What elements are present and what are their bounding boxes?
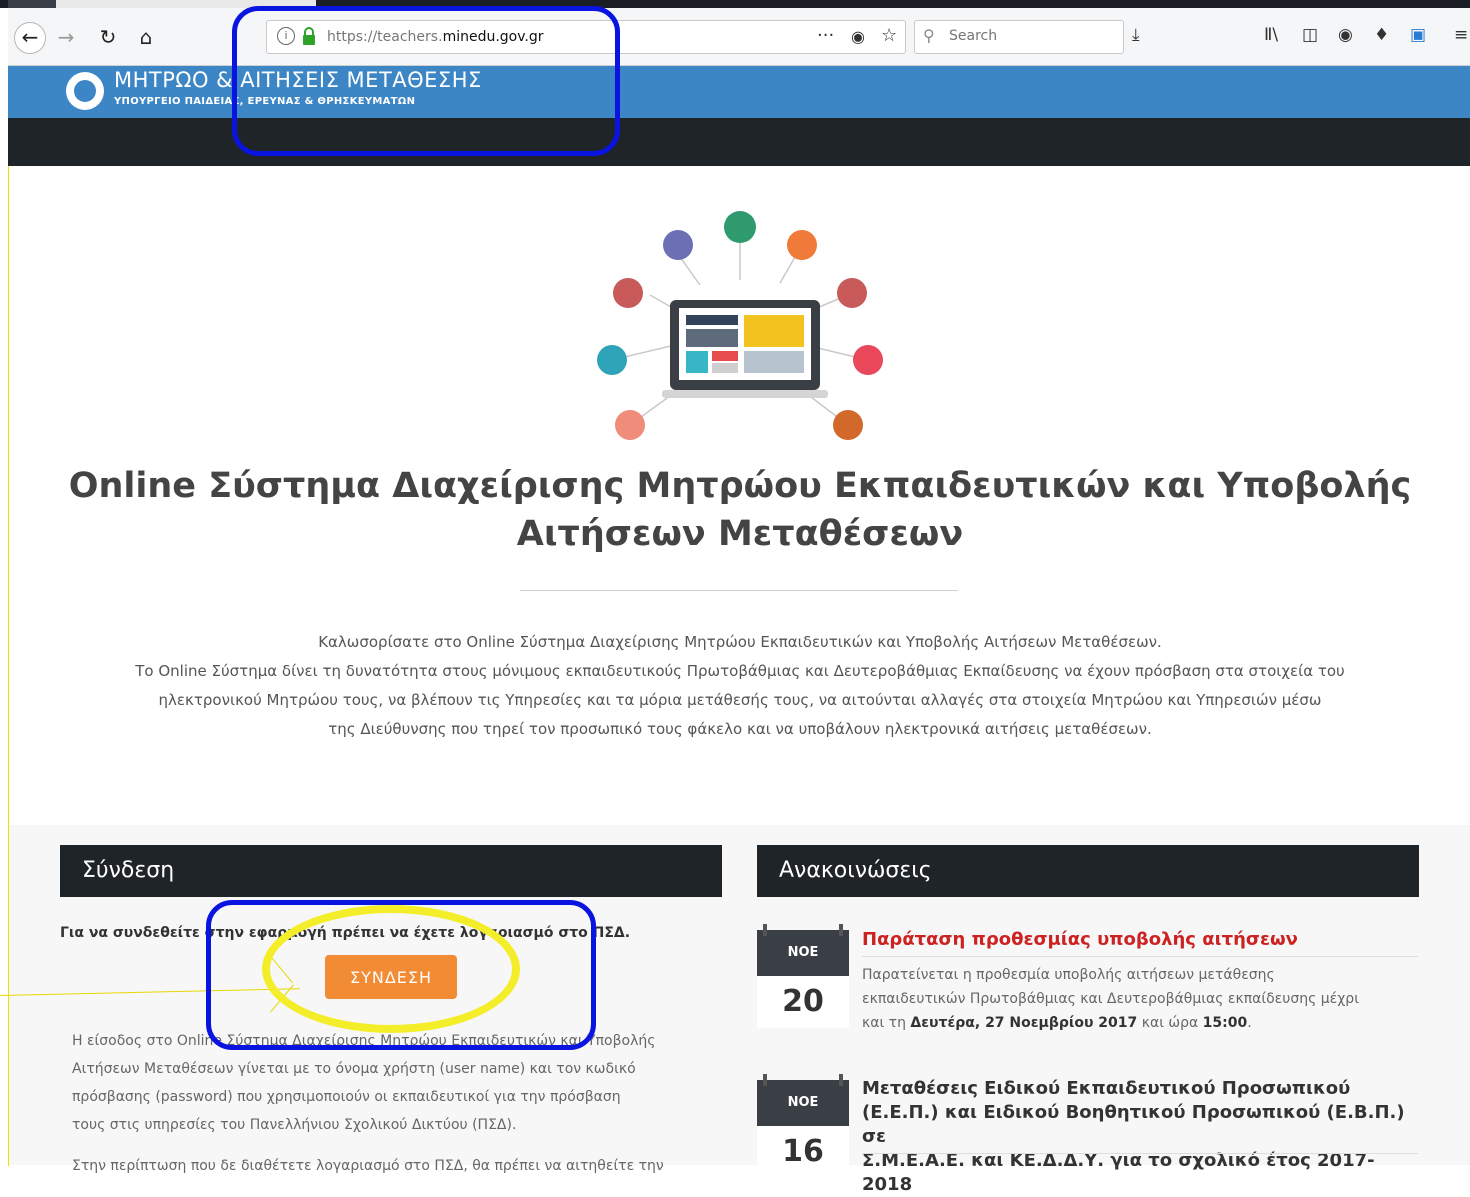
- reload-icon[interactable]: ↻: [92, 21, 124, 53]
- calendar-ring: [839, 924, 843, 936]
- calendar-ring: [839, 1074, 843, 1086]
- news-body-line: και τη Δευτέρα, 27 Νοεμβρίου 2017 και ώρ…: [862, 1015, 1252, 1031]
- extension-icon[interactable]: ▣: [1410, 25, 1426, 45]
- home-icon[interactable]: ⌂: [130, 21, 162, 53]
- news-separator: [862, 1153, 1418, 1154]
- page-title-line: Online Σύστημα Διαχείρισης Μητρώου Εκπαι…: [68, 466, 1412, 506]
- forward-arrow-icon[interactable]: →: [50, 21, 82, 53]
- search-icon: ⚲: [923, 26, 935, 45]
- search-input[interactable]: [947, 27, 1111, 45]
- sidebar-icon[interactable]: ◫: [1302, 25, 1318, 45]
- news-day: 16: [757, 1126, 849, 1178]
- page-title: Online Σύστημα Διαχείρισης Μητρώου Εκπαι…: [60, 462, 1420, 558]
- news-title-link[interactable]: Παράταση προθεσμίας υποβολής αιτήσεων: [862, 928, 1422, 952]
- pocket-icon[interactable]: ◉: [851, 27, 865, 46]
- news-date-box: ΝΟΕ 20: [757, 924, 849, 1028]
- window-top-strip: [0, 0, 1470, 8]
- nav-bar: [8, 118, 1470, 166]
- news-date-box: ΝΟΕ 16: [757, 1074, 849, 1178]
- news-title-link[interactable]: Μεταθέσεις Ειδικού Εκπαιδευτικού Προσωπι…: [862, 1077, 1422, 1197]
- news-day: 20: [757, 976, 849, 1028]
- intro-line: Το Online Σύστημα δίνει τη δυνατότητα στ…: [135, 662, 1345, 680]
- extension-icon[interactable]: ♦: [1374, 25, 1389, 45]
- title-divider: [520, 590, 958, 591]
- announcements-heading: Ανακοινώσεις: [757, 845, 1419, 897]
- page-title-line: Αιτήσεων Μεταθέσεων: [516, 514, 964, 554]
- back-arrow-icon[interactable]: ←: [14, 22, 46, 54]
- hero-illustration: [597, 211, 883, 440]
- annotation-url-box: [232, 6, 620, 156]
- news-body: Παρατείνεται η προθεσμία υποβολής αιτήσε…: [862, 963, 1412, 1035]
- intro-line: της Διεύθυνσης που τηρεί τον προσωπικό τ…: [328, 720, 1152, 738]
- news-body-line: εκπαιδευτικών Πρωτοβάθμιας και Δευτεροβά…: [862, 991, 1359, 1007]
- bookmark-star-icon[interactable]: ☆: [881, 25, 897, 46]
- library-icon[interactable]: Ⅱ\: [1264, 25, 1278, 45]
- login-info-line: τους στις υπηρεσίες του Πανελλήνιου Σχολ…: [72, 1117, 517, 1133]
- page-actions-icon[interactable]: ···: [817, 25, 834, 46]
- news-title-line: Μεταθέσεις Ειδικού Εκπαιδευτικού Προσωπι…: [862, 1078, 1351, 1099]
- login-info-line: πρόσβασης (password) που χρησιμοποιούν ο…: [72, 1089, 621, 1105]
- news-month: ΝΟΕ: [757, 1080, 849, 1126]
- news-title-line: (Ε.Ε.Π.) και Ειδικού Βοηθητικού Προσωπικ…: [862, 1102, 1405, 1147]
- news-separator: [862, 956, 1418, 957]
- browser-tab[interactable]: [8, 0, 56, 8]
- browser-toolbar: ← → ↻ ⌂ i https://teachers.minedu.gov.gr…: [8, 8, 1470, 66]
- menu-icon[interactable]: ≡: [1454, 25, 1468, 45]
- search-bar[interactable]: ⚲: [914, 20, 1124, 54]
- logo-icon[interactable]: [66, 72, 104, 110]
- login-info-line: Στην περίπτωση που δε διαθέτετε λογαριασ…: [72, 1158, 664, 1174]
- extension-icon[interactable]: ◉: [1338, 25, 1353, 45]
- calendar-ring: [763, 1074, 767, 1086]
- news-month: ΝΟΕ: [757, 930, 849, 976]
- site-header: ΜΗΤΡΩΟ & ΑΙΤΗΣΕΙΣ ΜΕΤΑΘΕΣΗΣ ΥΠΟΥΡΓΕΙΟ ΠΑ…: [8, 66, 1470, 118]
- calendar-ring: [763, 924, 767, 936]
- login-panel-heading: Σύνδεση: [60, 845, 722, 897]
- download-icon[interactable]: ⤓: [1132, 25, 1140, 45]
- news-title-line: Σ.Μ.Ε.Α.Ε. και ΚΕ.Δ.Δ.Υ. για το σχολικό …: [862, 1150, 1375, 1195]
- intro-line: Καλωσορίσατε στο Online Σύστημα Διαχείρι…: [318, 633, 1162, 651]
- news-body-line: Παρατείνεται η προθεσμία υποβολής αιτήσε…: [862, 967, 1275, 983]
- intro-text: Καλωσορίσατε στο Online Σύστημα Διαχείρι…: [60, 628, 1420, 744]
- annotation-login-box: [206, 900, 596, 1050]
- intro-line: ηλεκτρονικού Μητρώου τους, να βλέπουν τι…: [158, 691, 1322, 709]
- login-info-line: Αιτήσεων Μεταθέσεων γίνεται με το όνομα …: [72, 1061, 636, 1077]
